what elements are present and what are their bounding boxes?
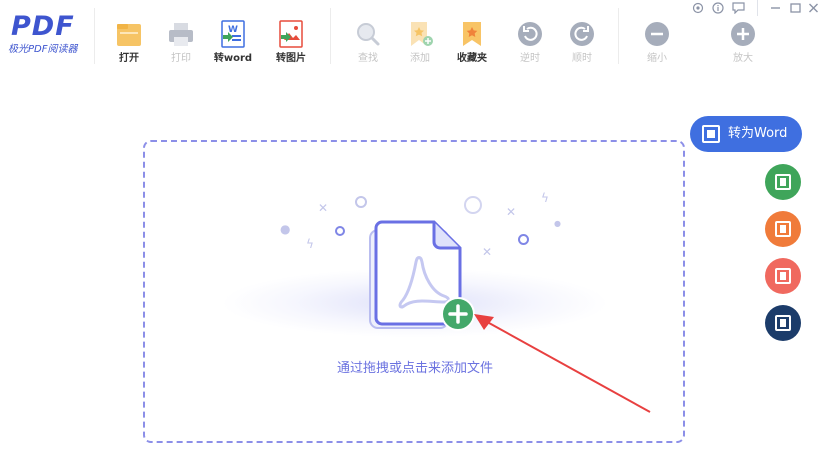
add-bookmark-button[interactable]: 添加	[398, 20, 442, 66]
zoom-out-button[interactable]: 缩小	[635, 20, 679, 66]
bookmarks-label: 收藏夹	[457, 53, 487, 64]
to-other-button[interactable]	[765, 305, 801, 341]
window-divider	[757, 0, 758, 16]
decor-spark: ϟ	[306, 237, 314, 251]
decor-ring	[518, 234, 529, 245]
zoom-out-icon	[643, 20, 671, 48]
decor-dot: ●	[280, 222, 291, 236]
to-word-icon: W	[219, 20, 247, 48]
excel-doc-icon	[775, 174, 791, 190]
decor-ring	[355, 196, 367, 208]
to-image-label: 转图片	[276, 53, 306, 64]
print-label: 打印	[171, 53, 191, 64]
search-button[interactable]: 查找	[346, 20, 390, 66]
app-logo: PDF 极光PDF阅读器	[8, 12, 88, 62]
rotate-ccw-label: 逆时	[520, 53, 540, 64]
printer-icon	[167, 20, 195, 48]
to-excel-button[interactable]	[765, 164, 801, 200]
decor-dot: ●	[554, 219, 561, 228]
print-button[interactable]: 打印	[159, 20, 203, 66]
decor-cross: ✕	[482, 245, 493, 259]
add-bookmark-label: 添加	[410, 53, 430, 64]
to-word-label: 转word	[213, 53, 253, 64]
open-button[interactable]: 打开	[107, 20, 151, 66]
drop-zone-hint: 通过拖拽或点击来添加文件	[336, 361, 493, 376]
zoom-in-icon	[729, 20, 757, 48]
rotate-ccw-icon	[516, 20, 544, 48]
bookmarks-button[interactable]: 收藏夹	[450, 20, 494, 66]
maximize-icon[interactable]	[790, 2, 801, 18]
toolbar-divider	[94, 8, 95, 64]
toolbar-divider	[618, 8, 619, 64]
decor-ring	[335, 226, 345, 236]
ppt-doc-icon	[775, 221, 791, 237]
image-doc-icon	[775, 268, 791, 284]
rotate-cw-button[interactable]: 顺时	[560, 20, 604, 66]
folder-icon	[115, 20, 143, 48]
to-image-icon	[277, 20, 305, 48]
svg-text:W: W	[228, 25, 238, 35]
open-label: 打开	[119, 53, 139, 64]
toolbar-divider	[330, 8, 331, 64]
search-label: 查找	[358, 53, 378, 64]
to-image-button[interactable]: 转图片	[269, 20, 313, 66]
zoom-in-button[interactable]: 放大	[721, 20, 765, 66]
minimize-icon[interactable]	[770, 2, 781, 18]
to-word-button[interactable]: W 转word	[211, 20, 255, 66]
to-image-side-button[interactable]	[765, 258, 801, 294]
decor-spark: ϟ	[541, 191, 549, 205]
convert-to-word-button[interactable]: 转为Word	[690, 116, 802, 152]
toolbar: PDF 极光PDF阅读器 打开 打印 W 转word 转图片 查找 添加 收藏夹…	[0, 0, 824, 74]
word-doc-icon	[702, 125, 720, 143]
zoom-in-label: 放大	[733, 53, 753, 64]
generic-doc-icon	[775, 315, 791, 331]
gear-icon[interactable]	[692, 2, 704, 18]
rotate-ccw-button[interactable]: 逆时	[508, 20, 552, 66]
rotate-cw-label: 顺时	[572, 53, 592, 64]
search-icon	[354, 20, 382, 48]
chat-icon[interactable]	[732, 2, 745, 18]
info-icon[interactable]	[712, 2, 724, 18]
logo-subtitle: 极光PDF阅读器	[8, 44, 78, 55]
bookmark-icon	[458, 20, 486, 48]
decor-ring	[464, 196, 482, 214]
zoom-out-label: 缩小	[647, 53, 667, 64]
close-icon[interactable]	[808, 2, 819, 18]
add-bookmark-icon	[406, 20, 434, 48]
convert-to-word-label: 转为Word	[728, 126, 788, 141]
decor-cross: ✕	[318, 201, 329, 215]
rotate-cw-icon	[568, 20, 596, 48]
to-ppt-button[interactable]	[765, 211, 801, 247]
decor-cross: ✕	[506, 205, 517, 219]
logo-mark: PDF	[11, 11, 75, 42]
